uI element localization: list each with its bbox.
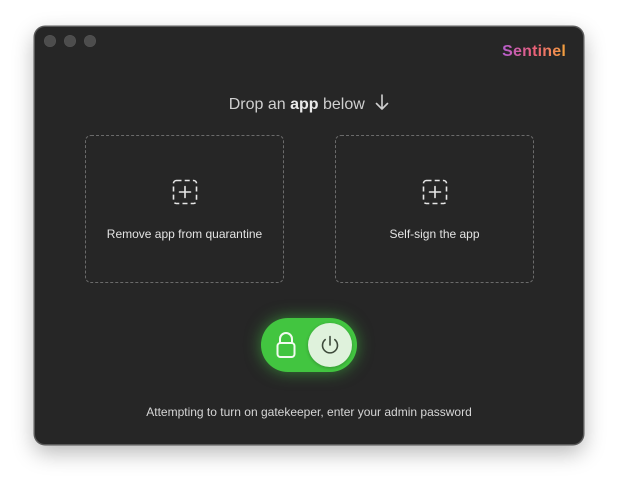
drop-instruction-suffix: below — [323, 96, 365, 113]
toggle-knob[interactable] — [308, 323, 352, 367]
drop-instruction: Drop an app below — [35, 94, 583, 116]
arrow-down-icon — [375, 94, 389, 116]
dropzone-remove-quarantine[interactable]: Remove app from quarantine — [85, 135, 284, 283]
app-logo-title: Sentinel — [502, 43, 566, 60]
drop-instruction-prefix: Drop an — [228, 96, 286, 113]
add-square-icon — [422, 179, 448, 205]
minimize-button[interactable] — [64, 35, 76, 47]
window-controls — [44, 35, 96, 47]
zoom-button[interactable] — [84, 35, 96, 47]
drop-instruction-emphasis: app — [290, 96, 319, 113]
app-window: Sentinel Drop an app below Remove app fr… — [34, 26, 584, 445]
power-icon — [321, 335, 339, 354]
desktop-background: Sentinel Drop an app below Remove app fr… — [0, 0, 618, 488]
dropzone-label: Self-sign the app — [389, 227, 480, 241]
lock-icon — [275, 331, 297, 359]
add-square-icon — [172, 179, 198, 205]
dropzone-self-sign[interactable]: Self-sign the app — [335, 135, 534, 283]
status-message: Attempting to turn on gatekeeper, enter … — [146, 405, 472, 419]
close-button[interactable] — [44, 35, 56, 47]
gatekeeper-toggle[interactable] — [261, 318, 357, 372]
dropzone-label: Remove app from quarantine — [106, 227, 263, 241]
